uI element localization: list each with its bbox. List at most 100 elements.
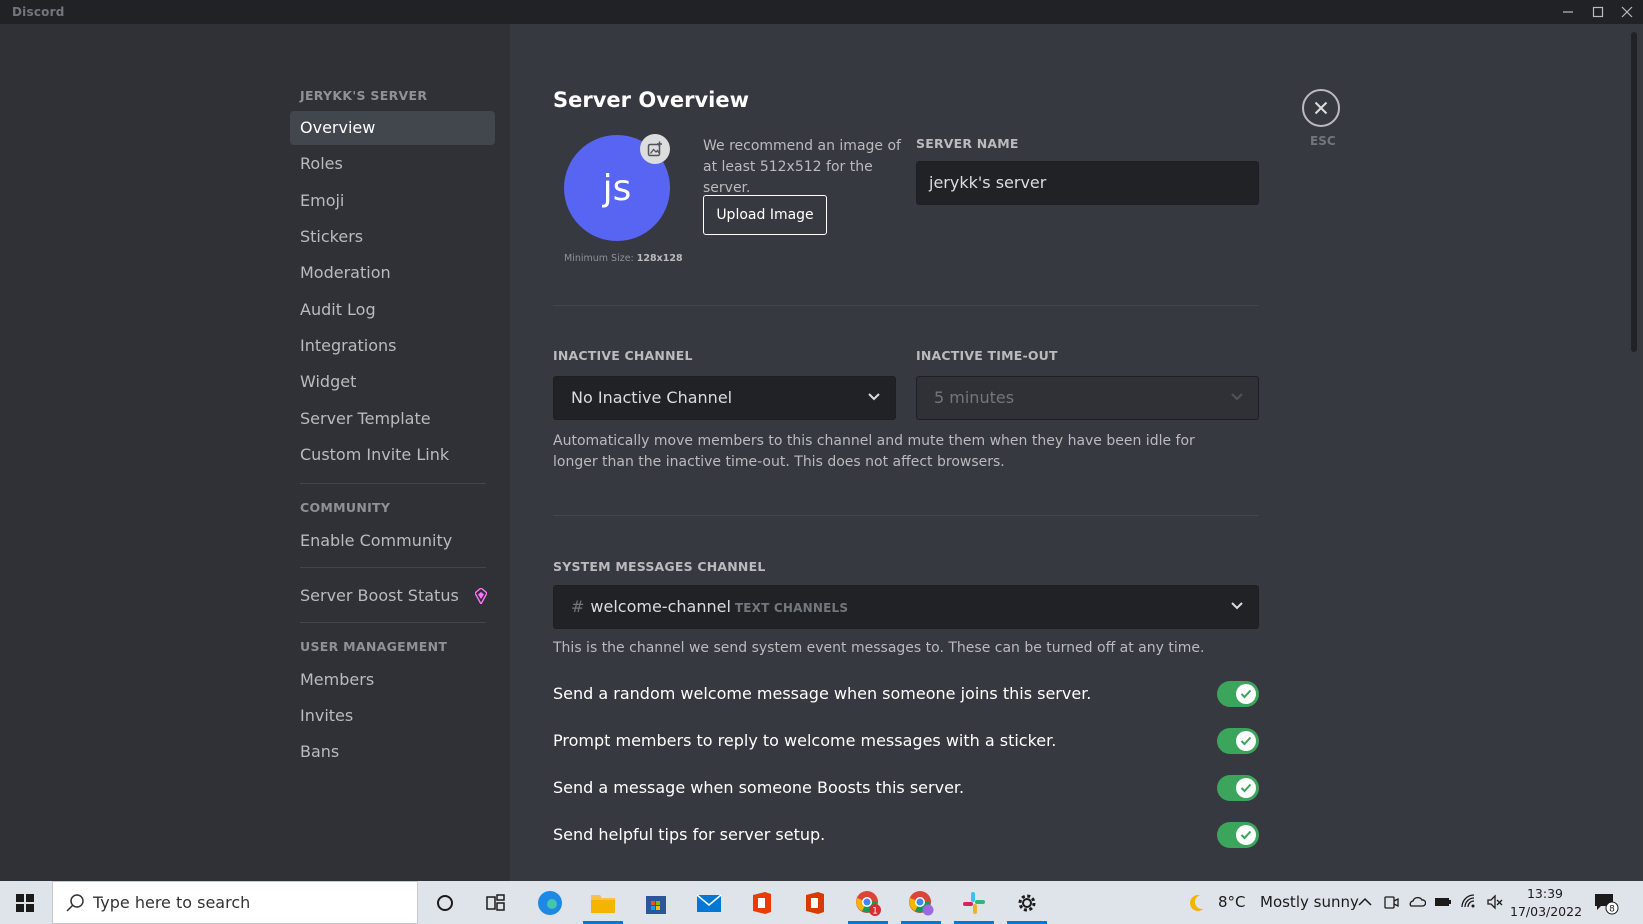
sidebar-item-label: Server Boost Status xyxy=(300,586,459,605)
taskbar-mail[interactable] xyxy=(686,881,732,924)
taskbar-slack[interactable] xyxy=(951,881,997,924)
inactive-timeout-select[interactable]: 5 minutes xyxy=(916,376,1259,420)
settings-content: Server Overview js Minimum Size: 128x128… xyxy=(510,24,1643,881)
close-settings-button[interactable] xyxy=(1302,89,1340,127)
battery-icon[interactable] xyxy=(1434,893,1452,911)
sidebar-item-audit-log[interactable]: Audit Log xyxy=(290,293,495,327)
sidebar-divider xyxy=(300,483,486,484)
inactive-description: Automatically move members to this chann… xyxy=(553,433,1195,470)
toggle-label: Prompt members to reply to welcome messa… xyxy=(553,731,1057,750)
toggle-knob xyxy=(1236,825,1256,845)
avatar-initials: js xyxy=(602,167,632,209)
meet-now-icon[interactable] xyxy=(1382,893,1400,911)
scrollbar[interactable] xyxy=(1631,32,1637,352)
system-channel-description: This is the channel we send system event… xyxy=(553,640,1205,656)
sidebar-item-emoji[interactable]: Emoji xyxy=(290,184,495,218)
checkmark-icon xyxy=(1240,736,1252,746)
sidebar-divider xyxy=(300,622,486,623)
chevron-down-icon xyxy=(1231,393,1243,401)
boost-gem-icon xyxy=(475,588,487,604)
sidebar-item-enable-community[interactable]: Enable Community xyxy=(290,524,495,558)
taskbar-edge[interactable] xyxy=(527,881,573,924)
inactive-timeout-value: 5 minutes xyxy=(934,388,1015,407)
weather-sun-icon[interactable] xyxy=(1188,892,1210,914)
office-icon xyxy=(753,891,771,914)
folder-icon xyxy=(591,894,615,913)
taskbar-store[interactable] xyxy=(633,881,679,924)
slack-icon xyxy=(963,891,985,914)
toggle-knob xyxy=(1236,731,1256,751)
windows-logo-icon xyxy=(16,893,34,912)
inactive-channel-select[interactable]: No Inactive Channel xyxy=(553,376,896,420)
edge-icon xyxy=(538,890,562,915)
gear-icon xyxy=(1018,894,1036,911)
maximize-button[interactable] xyxy=(1583,0,1613,24)
inactive-channel-value: No Inactive Channel xyxy=(571,388,733,407)
sidebar-item-integrations[interactable]: Integrations xyxy=(290,329,495,363)
sidebar-item-stickers[interactable]: Stickers xyxy=(290,220,495,254)
minimize-button[interactable] xyxy=(1553,0,1583,24)
toggle-label: Send a random welcome message when someo… xyxy=(553,684,1092,703)
taskbar-chrome[interactable]: 1 xyxy=(845,881,891,924)
sidebar-item-bans[interactable]: Bans xyxy=(290,735,495,769)
store-icon xyxy=(646,895,666,914)
setup-tips-toggle[interactable] xyxy=(1217,822,1259,848)
notification-icon: 8 xyxy=(1595,893,1619,914)
system-channel-select[interactable]: # welcome-channel TEXT CHANNELS xyxy=(553,585,1259,629)
taskbar-office-2[interactable] xyxy=(792,881,838,924)
toggle-knob xyxy=(1236,778,1256,798)
sidebar-item-custom-invite-link[interactable]: Custom Invite Link xyxy=(290,438,495,472)
taskbar-office[interactable] xyxy=(739,881,785,924)
checkmark-icon xyxy=(1240,830,1252,840)
toggle-row-setup-tips: Send helpful tips for server setup. xyxy=(553,822,1259,850)
sidebar-item-widget[interactable]: Widget xyxy=(290,365,495,399)
system-clock[interactable]: 13:39 17/03/2022 xyxy=(1510,885,1582,921)
server-name-input[interactable]: jerykk's server xyxy=(916,161,1259,205)
taskbar-search[interactable] xyxy=(52,881,418,924)
taskbar-file-explorer[interactable] xyxy=(580,881,626,924)
chevron-up-icon[interactable] xyxy=(1356,893,1374,911)
section-divider xyxy=(553,515,1259,516)
weather-temp[interactable]: 8°C xyxy=(1218,893,1246,911)
sidebar-item-overview[interactable]: Overview xyxy=(290,111,495,145)
welcome-message-toggle[interactable] xyxy=(1217,681,1259,707)
notification-count: 8 xyxy=(1609,904,1615,914)
sticker-prompt-toggle[interactable] xyxy=(1217,728,1259,754)
notification-center-button[interactable]: 8 xyxy=(1586,881,1626,924)
search-input[interactable] xyxy=(93,882,403,923)
min-size-value: 128x128 xyxy=(636,253,683,264)
cortana-button[interactable] xyxy=(422,881,468,924)
app-title: Discord xyxy=(12,5,65,19)
server-header: JERYKK'S SERVER xyxy=(300,88,428,103)
clock-time: 13:39 xyxy=(1526,886,1564,901)
taskbar-settings[interactable] xyxy=(1004,881,1050,924)
maximize-icon xyxy=(1592,6,1604,18)
close-window-button[interactable] xyxy=(1612,0,1642,24)
volume-muted-icon[interactable] xyxy=(1486,893,1504,911)
section-divider xyxy=(553,305,1259,306)
task-view-button[interactable] xyxy=(473,881,519,924)
upload-image-button[interactable]: Upload Image xyxy=(703,195,827,235)
sidebar-item-moderation[interactable]: Moderation xyxy=(290,256,495,290)
system-channel-name: welcome-channel xyxy=(590,597,731,616)
weather-desc[interactable]: Mostly sunny xyxy=(1260,893,1359,911)
user-management-header: USER MANAGEMENT xyxy=(300,639,448,654)
upload-image-badge[interactable] xyxy=(640,134,670,164)
page-title: Server Overview xyxy=(553,88,749,112)
sidebar-item-roles[interactable]: Roles xyxy=(290,147,495,181)
inactive-channel-label: INACTIVE CHANNEL xyxy=(553,348,693,363)
boost-message-toggle[interactable] xyxy=(1217,775,1259,801)
sidebar-divider xyxy=(300,567,486,568)
sidebar-item-server-template[interactable]: Server Template xyxy=(290,402,495,436)
sidebar-item-members[interactable]: Members xyxy=(290,663,495,697)
sidebar-item-server-boost-status[interactable]: Server Boost Status xyxy=(290,579,495,613)
add-image-icon xyxy=(647,141,662,157)
checkmark-icon xyxy=(1240,689,1252,699)
taskbar-chrome-profile[interactable] xyxy=(898,881,944,924)
office-icon xyxy=(806,891,824,914)
sidebar-item-invites[interactable]: Invites xyxy=(290,699,495,733)
onedrive-icon[interactable] xyxy=(1408,893,1426,911)
start-button[interactable] xyxy=(0,881,50,924)
inactive-timeout-label: INACTIVE TIME-OUT xyxy=(916,348,1058,363)
wifi-icon[interactable] xyxy=(1460,893,1478,911)
